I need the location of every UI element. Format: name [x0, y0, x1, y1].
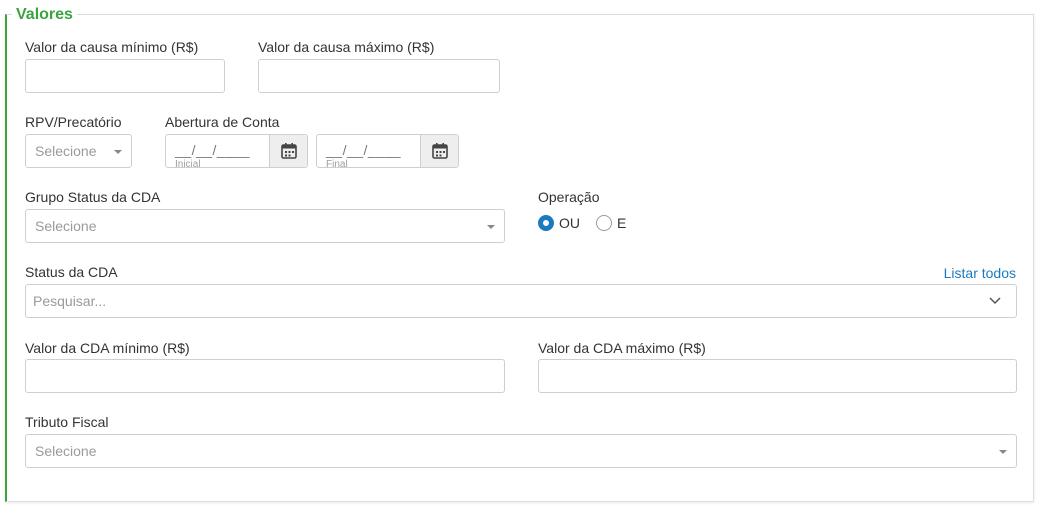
abertura-inicial-mask: __/__/____ — [175, 142, 251, 158]
operacao-e-radio[interactable] — [596, 215, 612, 231]
calendar-icon — [432, 143, 448, 159]
abertura-final-field[interactable]: __/__/____ Final — [316, 134, 459, 170]
tributo-placeholder: Selecione — [35, 443, 97, 459]
tributo-label: Tributo Fiscal — [25, 414, 109, 430]
operacao-ou-label[interactable]: OU — [559, 215, 580, 231]
caret-down-icon — [487, 225, 495, 229]
rpv-select[interactable]: Selecione — [25, 134, 132, 168]
caret-down-icon — [999, 450, 1007, 454]
valor-cda-max-input[interactable] — [538, 359, 1017, 393]
grupo-status-select[interactable]: Selecione — [25, 209, 505, 243]
listar-todos-link[interactable]: Listar todos — [944, 265, 1016, 281]
status-cda-search[interactable]: Pesquisar... — [25, 284, 1017, 318]
abertura-label: Abertura de Conta — [165, 114, 280, 130]
operacao-label: Operação — [538, 189, 600, 205]
operacao-ou-radio[interactable] — [538, 215, 554, 231]
valor-causa-min-label: Valor da causa mínimo (R$) — [25, 39, 199, 55]
valor-causa-max-input[interactable] — [258, 59, 500, 93]
abertura-final-calendar-button[interactable] — [420, 135, 458, 167]
rpv-label: RPV/Precatório — [25, 114, 122, 130]
tributo-select[interactable]: Selecione — [25, 434, 1017, 468]
abertura-inicial-field[interactable]: __/__/____ Inicial — [165, 134, 308, 170]
abertura-inicial-hint: Inicial — [175, 159, 201, 170]
abertura-final-hint: Final — [326, 159, 348, 170]
status-cda-label: Status da CDA — [25, 264, 118, 280]
valor-cda-min-input[interactable] — [25, 359, 505, 393]
operacao-e-label[interactable]: E — [617, 215, 626, 231]
calendar-icon — [281, 143, 297, 159]
valor-cda-min-label: Valor da CDA mínimo (R$) — [25, 340, 190, 356]
section-title: Valores — [12, 6, 77, 24]
rpv-placeholder: Selecione — [35, 143, 97, 159]
valor-causa-min-input[interactable] — [25, 59, 225, 93]
valor-cda-max-label: Valor da CDA máximo (R$) — [538, 340, 706, 356]
caret-down-icon — [114, 150, 122, 154]
abertura-final-mask: __/__/____ — [326, 142, 402, 158]
abertura-inicial-calendar-button[interactable] — [269, 135, 307, 167]
grupo-status-label: Grupo Status da CDA — [25, 189, 161, 205]
grupo-status-placeholder: Selecione — [35, 218, 97, 234]
chevron-down-icon — [989, 297, 1001, 305]
valor-causa-max-label: Valor da causa máximo (R$) — [258, 39, 435, 55]
status-cda-placeholder: Pesquisar... — [33, 293, 107, 309]
